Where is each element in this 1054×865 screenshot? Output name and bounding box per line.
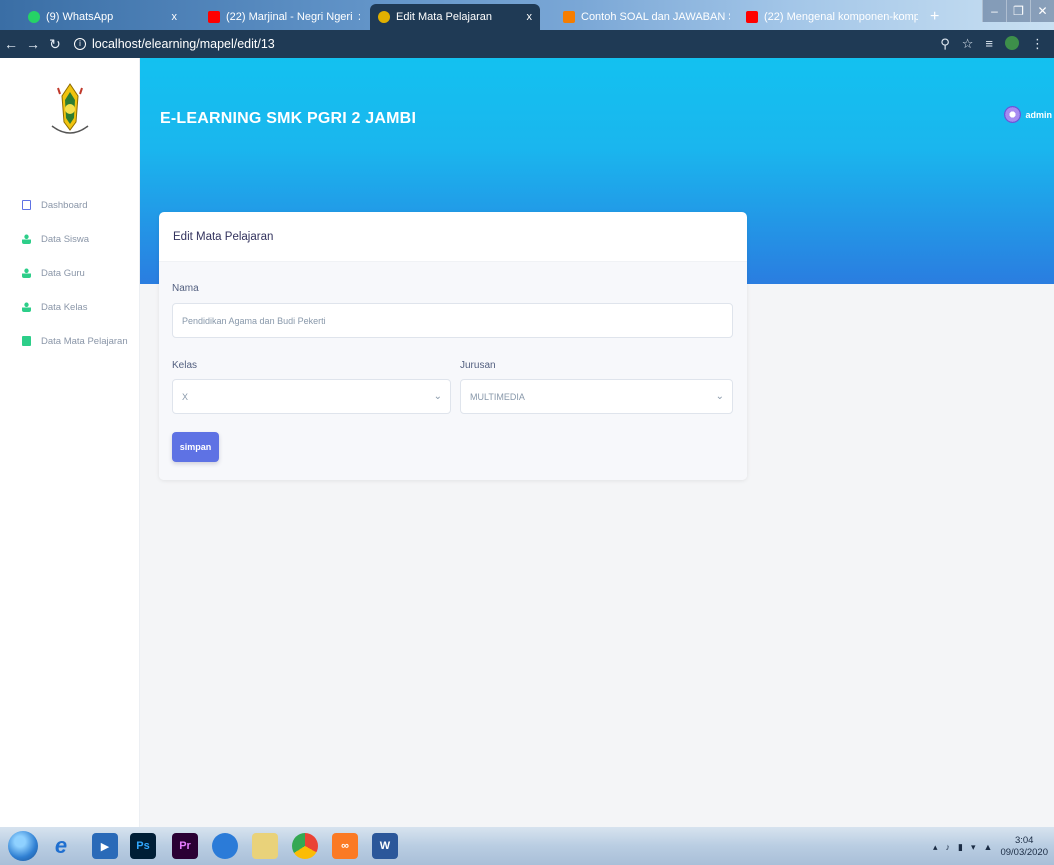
media-player-icon[interactable]: ▶	[92, 833, 118, 859]
tab-label: (9) WhatsApp	[46, 11, 114, 23]
whatsapp-icon	[28, 11, 40, 23]
sidebar: Dashboard Data Siswa Data Guru Data Kela…	[0, 58, 140, 827]
nama-label: Nama	[172, 283, 199, 294]
info-icon[interactable]: i	[74, 38, 86, 50]
avatar	[1004, 106, 1022, 123]
user-icon	[22, 268, 31, 278]
book-icon	[22, 336, 31, 346]
url-field[interactable]: i localhost/elearning/mapel/edit/13	[74, 37, 275, 51]
jurusan-label: Jurusan	[460, 360, 496, 371]
brand-title[interactable]: E-LEARNING SMK PGRI 2 JAMBI	[160, 110, 416, 128]
tab-close-icon[interactable]: x	[359, 11, 360, 23]
network-icon[interactable]: ▾	[971, 842, 976, 853]
start-button[interactable]	[8, 831, 38, 861]
user-icon	[22, 302, 31, 312]
zoom-icon[interactable]: ⚲	[940, 36, 950, 52]
forward-arrow-icon[interactable]: →	[22, 36, 44, 52]
star-icon[interactable]: ☆	[962, 36, 974, 52]
simpan-button[interactable]: simpan	[172, 432, 219, 462]
monitor-icon	[22, 200, 31, 210]
sidebar-item-label: Data Guru	[41, 267, 85, 279]
user-icon	[22, 234, 31, 244]
card-header: Edit Mata Pelajaran	[159, 212, 747, 262]
browser-tab-blogger[interactable]: Contoh SOAL dan JAWABAN SI x	[555, 4, 730, 30]
back-arrow-icon[interactable]: ←	[0, 36, 22, 52]
browser-tab-youtube-marjinal[interactable]: (22) Marjinal - Negri Ngeri x	[200, 4, 360, 30]
sidebar-item-dashboard[interactable]: Dashboard	[0, 188, 140, 222]
tab-close-icon[interactable]: x	[527, 11, 533, 23]
volume-icon[interactable]: ♪	[946, 842, 951, 852]
xampp-icon[interactable]: ∞	[332, 833, 358, 859]
reload-icon[interactable]: ↻	[44, 36, 66, 53]
window-controls: – ❐ ✕	[982, 0, 1054, 22]
close-window-icon[interactable]: ✕	[1030, 0, 1054, 22]
clock-date: 09/03/2020	[1000, 847, 1048, 858]
youtube-icon	[746, 11, 758, 23]
card-title: Edit Mata Pelajaran	[173, 230, 274, 243]
profile-icon[interactable]	[1005, 36, 1019, 50]
nama-value: Pendidikan Agama dan Budi Pekerti	[182, 315, 326, 326]
signal-icon[interactable]: ▲	[984, 842, 993, 852]
windows-taskbar: e ▶ Ps Pr ∞ W ▴ ♪ ▮ ▾ ▲ 3:04 09/03/2020	[0, 827, 1054, 865]
sidebar-item-label: Data Kelas	[41, 301, 88, 313]
chevron-down-icon: ⌄	[715, 391, 724, 402]
tab-label: (22) Mengenal komponen-komp	[764, 11, 918, 23]
tab-label: Edit Mata Pelajaran	[396, 11, 492, 23]
battery-icon[interactable]: ▮	[958, 842, 963, 853]
address-bar: ← → ↻ i localhost/elearning/mapel/edit/1…	[0, 30, 1054, 58]
kelas-label: Kelas	[172, 360, 198, 371]
school-logo[interactable]	[48, 82, 92, 140]
plus-icon: +	[930, 8, 940, 25]
card-body: Nama Pendidikan Agama dan Budi Pekerti K…	[159, 262, 747, 480]
jurusan-select[interactable]: MULTIMEDIA ⌄	[460, 379, 733, 414]
school-logo-icon	[378, 11, 390, 23]
kebab-menu-icon[interactable]: ⋮	[1031, 36, 1044, 52]
file-explorer-icon[interactable]	[252, 833, 278, 859]
sidebar-item-label: Data Siswa	[41, 233, 90, 245]
photoshop-icon[interactable]: Ps	[130, 833, 156, 859]
sidebar-item-label: Dashboard	[41, 199, 88, 211]
user-name: admin	[1025, 109, 1052, 120]
edit-mapel-card: Edit Mata Pelajaran Nama Pendidikan Agam…	[159, 212, 747, 480]
clock-time: 3:04	[1014, 835, 1034, 846]
new-tab-button[interactable]: +	[922, 4, 948, 30]
sidebar-item-data-mata-pelajaran[interactable]: Data Mata Pelajaran	[0, 324, 140, 358]
kelas-value: X	[182, 391, 189, 402]
browser-tab-edit-mata-pelajaran[interactable]: Edit Mata Pelajaran x	[370, 4, 540, 30]
sidebar-item-label: Data Mata Pelajaran	[41, 335, 128, 347]
word-icon[interactable]: W	[372, 833, 398, 859]
show-hidden-icons-icon[interactable]: ▴	[933, 842, 938, 853]
jurusan-value: MULTIMEDIA	[470, 391, 525, 402]
tab-close-icon[interactable]: x	[172, 11, 178, 23]
blogger-icon	[563, 11, 575, 23]
browser-tab-bar: (9) WhatsApp x (22) Marjinal - Negri Nge…	[0, 0, 1054, 30]
minimize-icon[interactable]: –	[982, 0, 1006, 22]
premiere-icon[interactable]: Pr	[172, 833, 198, 859]
clock[interactable]: 3:04 09/03/2020	[1000, 835, 1048, 859]
user-menu[interactable]: admin	[1004, 106, 1054, 123]
chevron-down-icon: ⌄	[433, 391, 442, 402]
sidebar-item-data-kelas[interactable]: Data Kelas	[0, 290, 140, 324]
nama-input[interactable]: Pendidikan Agama dan Budi Pekerti	[172, 303, 733, 338]
maximize-icon[interactable]: ❐	[1006, 0, 1030, 22]
sidebar-item-data-siswa[interactable]: Data Siswa	[0, 222, 140, 256]
system-tray: ▴ ♪ ▮ ▾ ▲ 3:04 09/03/2020	[933, 835, 1048, 859]
browser-tab-whatsapp[interactable]: (9) WhatsApp x	[20, 4, 185, 30]
playlist-icon[interactable]: ≡	[985, 36, 993, 52]
url-text: localhost/elearning/mapel/edit/13	[92, 37, 275, 51]
tab-label: (22) Marjinal - Negri Ngeri	[226, 11, 353, 23]
chrome-dev-icon[interactable]	[292, 833, 318, 859]
internet-explorer-icon[interactable]: e	[48, 833, 74, 859]
sidebar-item-data-guru[interactable]: Data Guru	[0, 256, 140, 290]
youtube-icon	[208, 11, 220, 23]
sidebar-menu: Dashboard Data Siswa Data Guru Data Kela…	[0, 188, 140, 358]
browser-tab-youtube-komponen[interactable]: (22) Mengenal komponen-komp x	[738, 4, 918, 30]
tab-label: Contoh SOAL dan JAWABAN SI	[581, 11, 730, 23]
kelas-select[interactable]: X ⌄	[172, 379, 451, 414]
firefox-icon[interactable]	[212, 833, 238, 859]
